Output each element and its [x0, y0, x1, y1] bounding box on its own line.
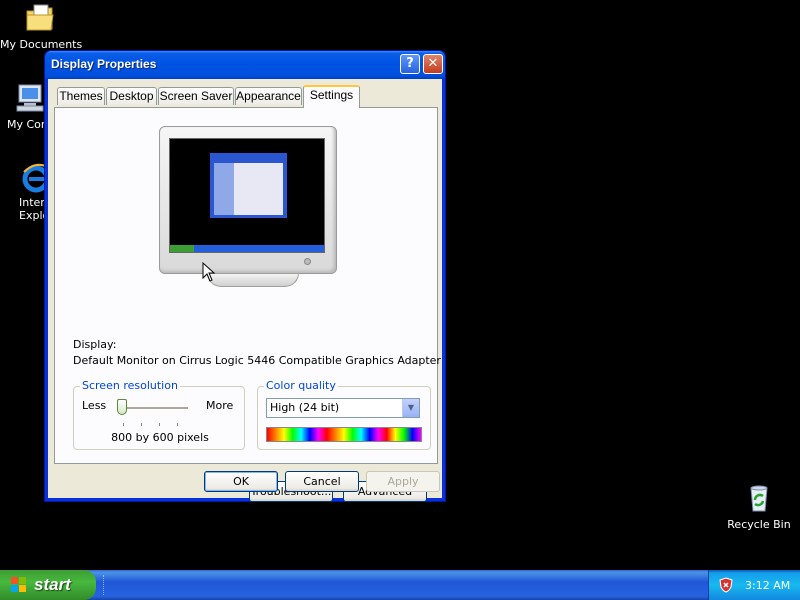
preview-window [210, 153, 287, 218]
monitor-stand [207, 273, 299, 287]
resolution-slider-thumb[interactable] [117, 399, 127, 415]
color-quality-value: High (24 bit) [270, 401, 340, 414]
tab-desktop[interactable]: Desktop [106, 87, 157, 105]
cancel-button[interactable]: Cancel [285, 471, 359, 492]
desktop-icon-recycle-bin[interactable]: Recycle Bin [719, 482, 799, 531]
clock[interactable]: 3:12 AM [745, 579, 790, 592]
window-title: Display Properties [51, 57, 157, 71]
close-button[interactable]: ✕ [423, 54, 443, 74]
ok-button[interactable]: OK [204, 471, 278, 492]
color-quality-title: Color quality [264, 379, 338, 392]
screen-resolution-group: Screen resolution Less More 800 by 600 p… [73, 379, 245, 450]
preview-window-sidebar [214, 163, 234, 215]
close-icon: ✕ [427, 56, 439, 71]
apply-button[interactable]: Apply [366, 471, 440, 492]
title-bar[interactable]: Display Properties ? ✕ [45, 51, 445, 79]
desktop-icon-internet-explorer[interactable]: Inter Explo [0, 162, 51, 222]
taskbar: start 3:12 AM [0, 570, 800, 600]
tab-screen-saver[interactable]: Screen Saver [158, 87, 234, 105]
monitor-preview [159, 126, 339, 287]
color-spectrum-bar [266, 427, 422, 442]
monitor-icon [159, 126, 337, 274]
help-button[interactable]: ? [400, 54, 420, 74]
mouse-cursor-icon [202, 262, 216, 282]
dialog-client-area: Themes Desktop Screen Saver Appearance S… [48, 79, 442, 502]
desktop-icon-label: Recycle Bin [727, 518, 791, 531]
desktop-icon-my-documents[interactable]: My Documents [0, 2, 82, 51]
tab-settings[interactable]: Settings [303, 85, 360, 108]
slider-more-label: More [206, 399, 234, 412]
power-led [304, 258, 311, 265]
recycle-bin-icon [743, 482, 775, 514]
display-properties-window: Display Properties ? ✕ Themes Desktop Sc… [44, 50, 446, 502]
windows-logo-icon [11, 577, 27, 593]
slider-tick [159, 423, 160, 426]
display-adapter-name: Default Monitor on Cirrus Logic 5446 Com… [73, 354, 441, 367]
color-quality-select[interactable]: High (24 bit) ▼ [266, 398, 420, 418]
color-quality-group: Color quality High (24 bit) ▼ [257, 379, 431, 450]
taskbar-grip[interactable] [103, 575, 107, 595]
monitor-screen-preview [169, 138, 325, 253]
computer-icon [14, 82, 46, 114]
resolution-slider-track[interactable] [118, 407, 188, 410]
slider-less-label: Less [82, 399, 107, 412]
slider-tick [141, 423, 142, 426]
tab-themes[interactable]: Themes [57, 87, 105, 105]
system-tray: 3:12 AM [708, 570, 800, 600]
start-label: start [34, 575, 71, 594]
chevron-down-icon[interactable]: ▼ [402, 399, 419, 417]
preview-start-button [170, 245, 194, 252]
slider-tick [177, 423, 178, 426]
security-shield-icon[interactable] [719, 577, 733, 593]
slider-tick [123, 423, 124, 426]
settings-panel: Display: Default Monitor on Cirrus Logic… [54, 107, 441, 502]
desktop-icon-label: Inter [19, 196, 45, 209]
display-label: Display: [73, 338, 117, 351]
screen-resolution-title: Screen resolution [80, 379, 180, 392]
start-button[interactable]: start [0, 570, 96, 600]
tab-appearance[interactable]: Appearance [235, 87, 302, 105]
folder-documents-icon [24, 2, 56, 34]
resolution-value: 800 by 600 pixels [111, 431, 209, 444]
desktop-icon-label-line2: Explo [19, 209, 50, 222]
help-icon: ? [406, 56, 414, 71]
